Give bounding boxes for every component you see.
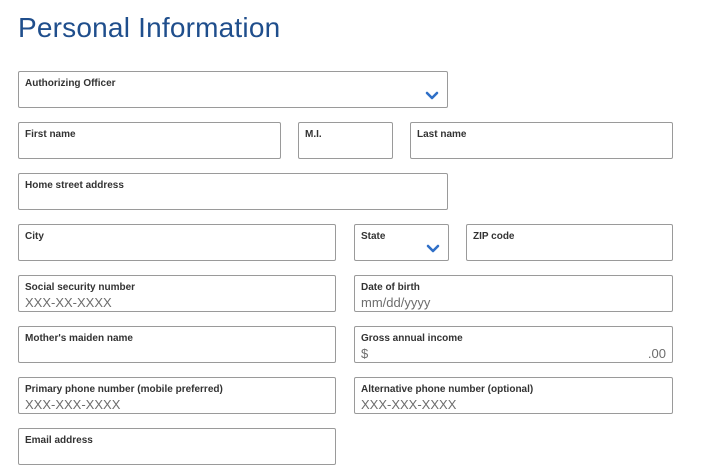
alternative-phone-label: Alternative phone number (optional)	[361, 384, 534, 395]
city-label: City	[25, 231, 44, 242]
street-address-field[interactable]: Home street address	[18, 173, 448, 210]
date-of-birth-label: Date of birth	[361, 282, 420, 293]
primary-phone-label: Primary phone number (mobile preferred)	[25, 384, 223, 395]
last-name-field[interactable]: Last name	[410, 122, 673, 159]
middle-initial-field[interactable]: M.I.	[298, 122, 393, 159]
state-label: State	[361, 231, 386, 242]
ssn-field[interactable]: Social security number XXX-XX-XXXX	[18, 275, 336, 312]
date-of-birth-field[interactable]: Date of birth mm/dd/yyyy	[354, 275, 673, 312]
maiden-name-field[interactable]: Mother's maiden name	[18, 326, 336, 363]
zip-code-label: ZIP code	[473, 231, 515, 242]
chevron-down-icon	[425, 91, 439, 100]
zip-code-field[interactable]: ZIP code	[466, 224, 673, 261]
primary-phone-placeholder: XXX-XXX-XXXX	[25, 397, 121, 412]
chevron-down-icon	[426, 244, 440, 253]
alternative-phone-placeholder: XXX-XXX-XXXX	[361, 397, 457, 412]
primary-phone-field[interactable]: Primary phone number (mobile preferred) …	[18, 377, 336, 414]
middle-initial-label: M.I.	[305, 129, 322, 140]
date-of-birth-placeholder: mm/dd/yyyy	[361, 295, 431, 310]
alternative-phone-field[interactable]: Alternative phone number (optional) XXX-…	[354, 377, 673, 414]
maiden-name-label: Mother's maiden name	[25, 333, 133, 344]
first-name-label: First name	[25, 129, 76, 140]
city-field[interactable]: City	[18, 224, 336, 261]
cents-suffix: .00	[647, 346, 666, 361]
email-label: Email address	[25, 435, 93, 446]
ssn-placeholder: XXX-XX-XXXX	[25, 295, 112, 310]
last-name-label: Last name	[417, 129, 467, 140]
page-title: Personal Information	[18, 12, 281, 43]
authorizing-officer-select[interactable]: Authorizing Officer	[18, 71, 448, 108]
street-address-label: Home street address	[25, 180, 124, 191]
state-select[interactable]: State	[354, 224, 449, 261]
currency-prefix: $	[361, 346, 369, 361]
annual-income-field[interactable]: Gross annual income $ .00	[354, 326, 673, 363]
email-field[interactable]: Email address	[18, 428, 336, 465]
ssn-label: Social security number	[25, 282, 136, 293]
authorizing-officer-label: Authorizing Officer	[25, 78, 116, 89]
annual-income-label: Gross annual income	[361, 333, 463, 344]
first-name-field[interactable]: First name	[18, 122, 281, 159]
